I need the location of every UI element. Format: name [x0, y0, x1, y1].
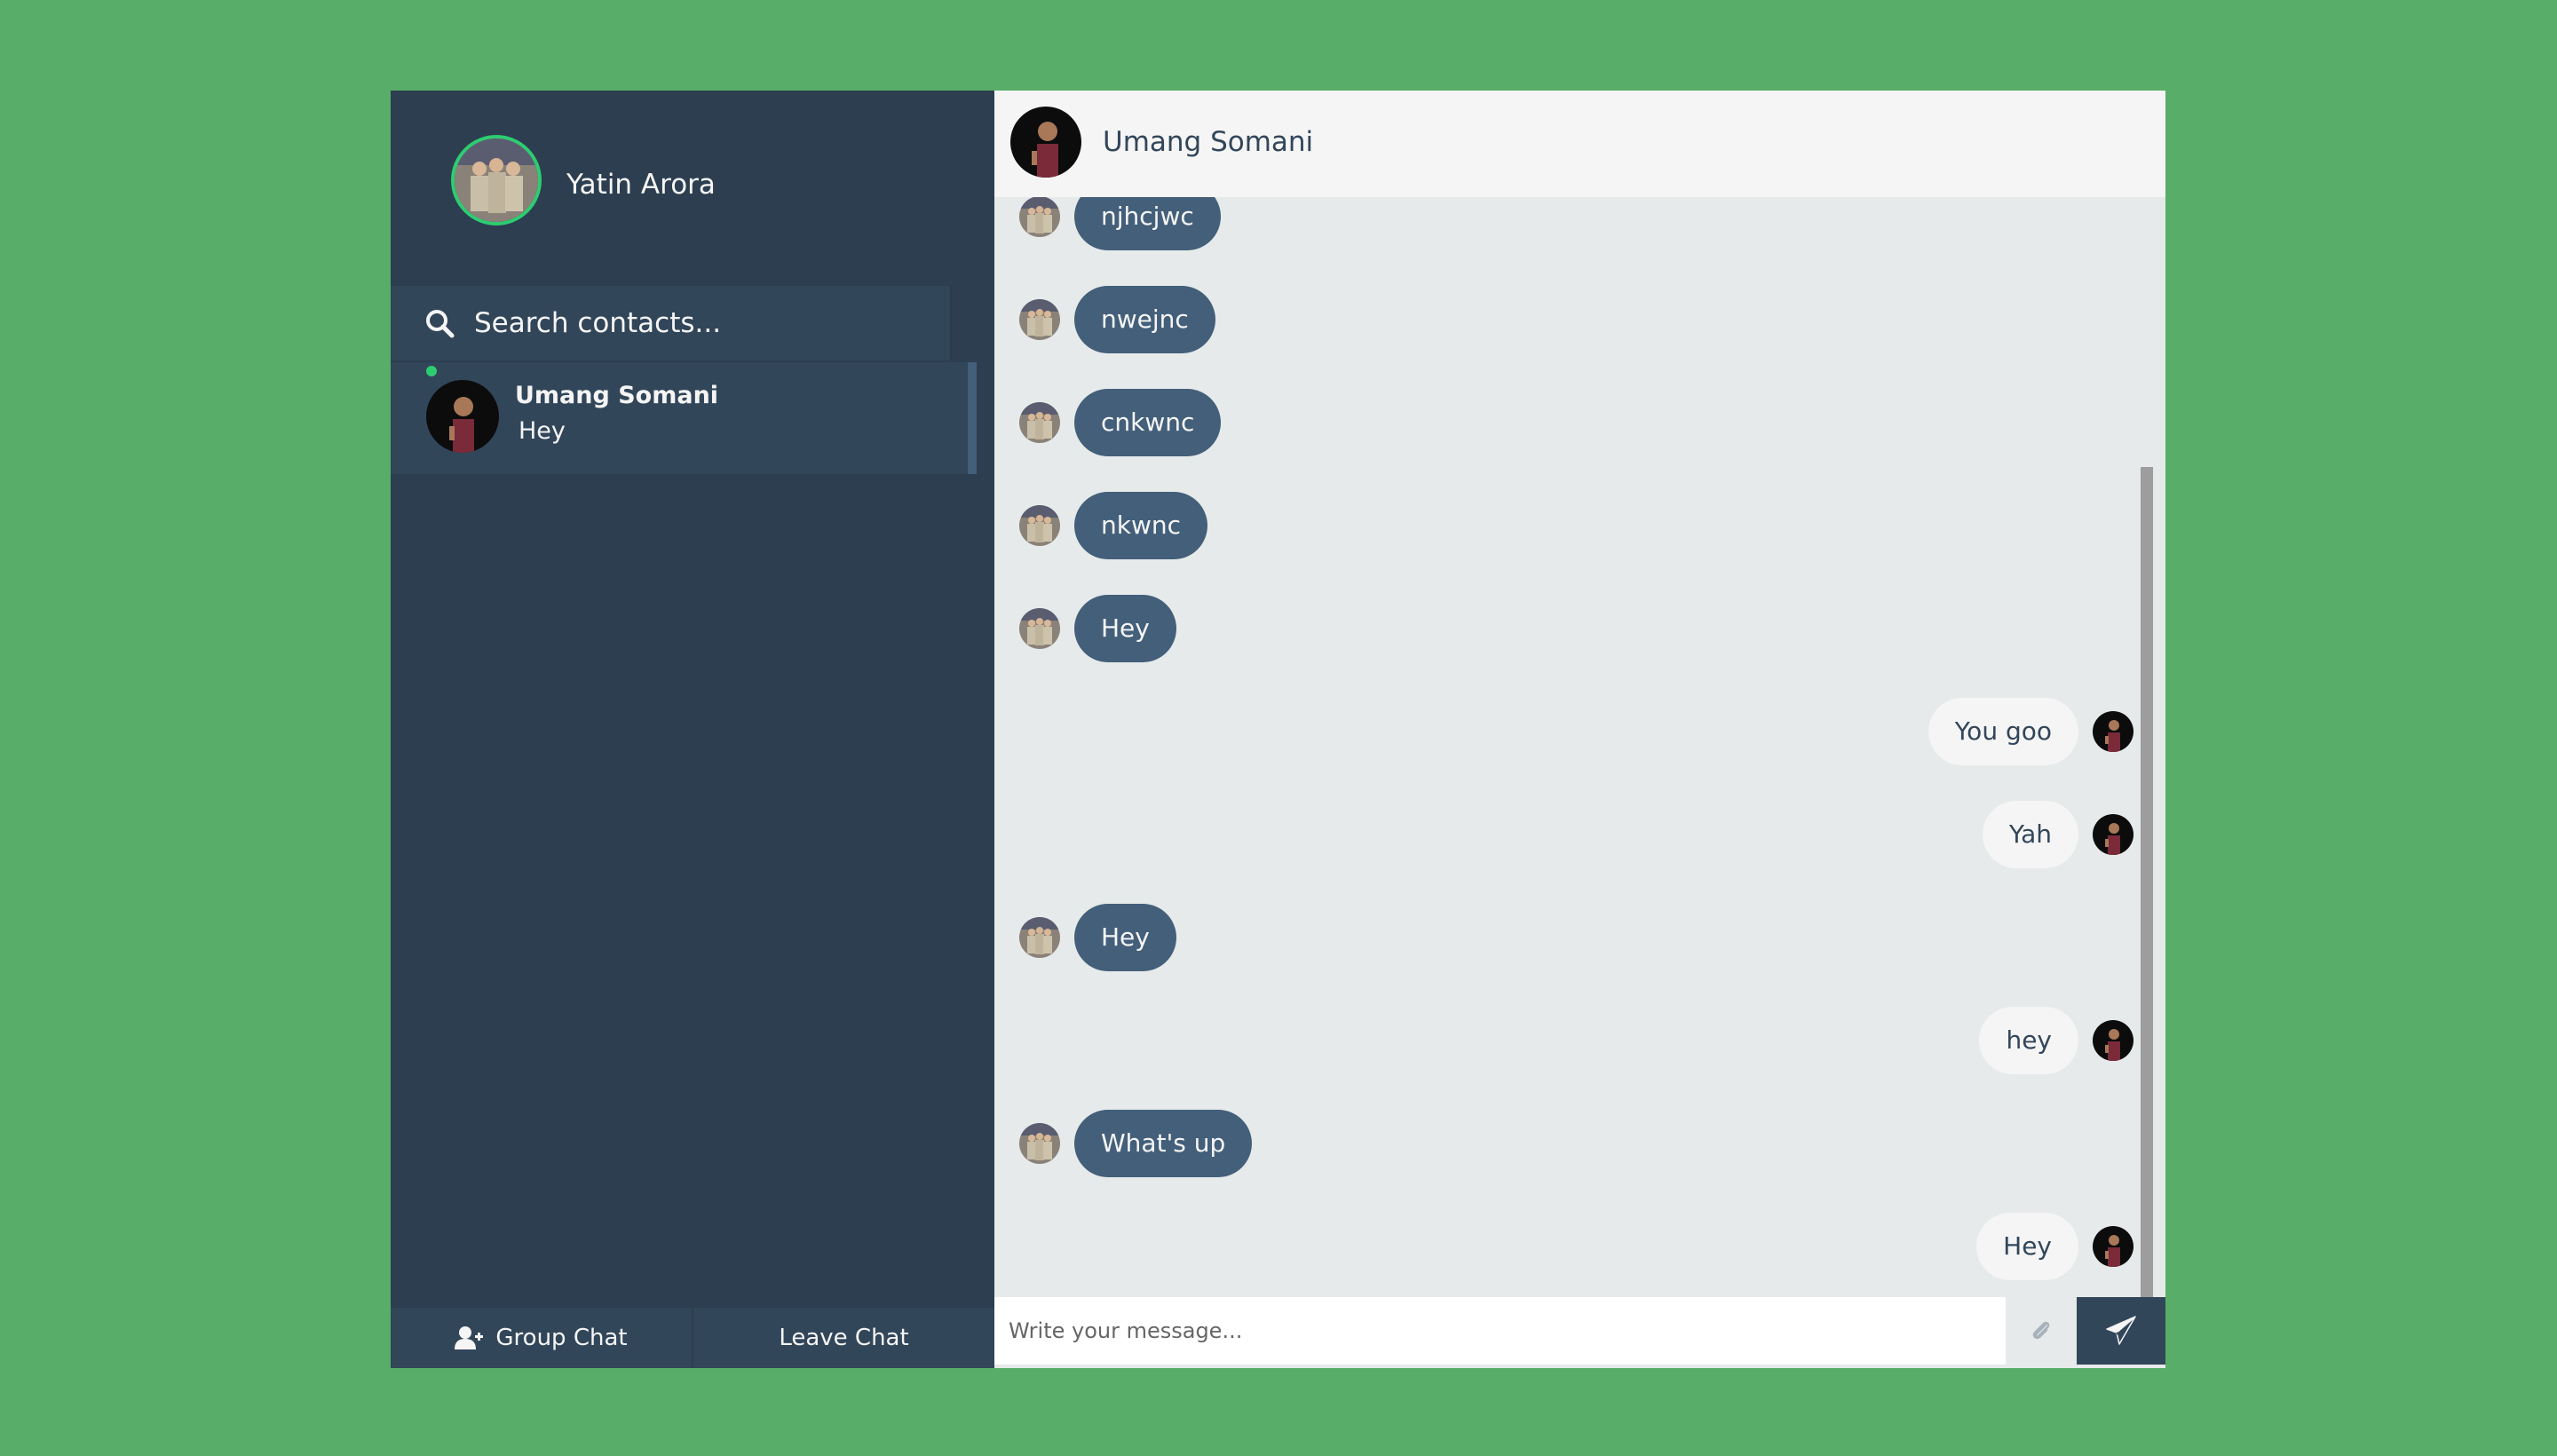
search-icon	[426, 310, 455, 338]
send-button[interactable]	[2077, 1297, 2165, 1365]
contact-name: Umang Somani	[515, 382, 719, 409]
message-sent: nkwnc	[1019, 492, 1208, 559]
message-replies: You goo	[1928, 698, 2133, 765]
message-sent: nwejnc	[1019, 286, 1215, 353]
sidebar: Yatin Arora Umang	[391, 91, 994, 1368]
message-bubble: njhcjwc	[1074, 197, 1221, 250]
message-input-bar	[994, 1297, 2165, 1365]
message-avatar	[1019, 505, 1060, 546]
message-avatar	[1019, 608, 1060, 649]
contacts-scrollbar[interactable]	[968, 362, 977, 474]
message-sent: cnkwnc	[1019, 389, 1222, 456]
message-sent: What's up	[1019, 1110, 1253, 1177]
message-replies: hey	[1979, 1007, 2133, 1074]
contact-preview: Hey	[519, 417, 566, 445]
message-avatar	[1019, 299, 1060, 340]
profile-name: Yatin Arora	[566, 169, 716, 201]
message-bubble: cnkwnc	[1074, 389, 1222, 456]
attach-button[interactable]	[2006, 1297, 2077, 1365]
group-chat-button[interactable]: Group Chat	[391, 1308, 693, 1368]
user-plus-icon	[455, 1326, 484, 1349]
message-avatar	[2093, 814, 2133, 855]
message-sent: Hey	[1019, 904, 1176, 971]
contact-item[interactable]: Umang Somani Hey	[391, 362, 977, 474]
message-avatar	[2093, 1226, 2133, 1267]
message-sent: Hey	[1019, 595, 1176, 662]
message-avatar	[1019, 402, 1060, 443]
online-status-dot	[424, 364, 439, 378]
message-replies: Hey	[1976, 1213, 2133, 1280]
message-bubble: Hey	[1976, 1213, 2078, 1280]
contact-avatar	[426, 380, 499, 453]
input-bottom-strip	[994, 1365, 2165, 1368]
message-bubble: nkwnc	[1074, 492, 1208, 559]
chat-panel: Umang Somani njhcjwc nwejnc cnkwnc nkwnc Hey…	[994, 91, 2165, 1368]
message-bubble: hey	[1979, 1007, 2078, 1074]
messages-scrollbar[interactable]	[2141, 467, 2153, 1315]
search-input[interactable]	[472, 306, 902, 340]
message-avatar	[2093, 1020, 2133, 1061]
message-replies: Yah	[1982, 801, 2133, 868]
chat-app-window: Yatin Arora Umang	[391, 91, 2165, 1368]
message-avatar	[1019, 917, 1060, 958]
message-bubble: nwejnc	[1074, 286, 1215, 353]
leave-chat-button[interactable]: Leave Chat	[693, 1308, 994, 1368]
chat-contact-name: Umang Somani	[1103, 126, 1314, 158]
message-input[interactable]	[994, 1297, 2006, 1365]
message-avatar	[1019, 1123, 1060, 1164]
message-bubble: Hey	[1074, 904, 1176, 971]
contacts-list: Umang Somani Hey	[391, 362, 994, 474]
search-side-block	[950, 286, 994, 360]
message-bubble: What's up	[1074, 1110, 1253, 1177]
user-profile: Yatin Arora	[391, 91, 994, 284]
message-bubble: You goo	[1928, 698, 2078, 765]
search-bar	[391, 286, 950, 360]
chat-contact-avatar[interactable]	[1010, 107, 1081, 178]
message-avatar	[1019, 197, 1060, 237]
messages-area: njhcjwc nwejnc cnkwnc nkwnc Hey You goo Yah Hey…	[994, 197, 2165, 1297]
profile-avatar[interactable]	[451, 135, 542, 226]
sidebar-bottom-bar: Group Chat Leave Chat	[391, 1308, 994, 1368]
leave-chat-label: Leave Chat	[779, 1325, 909, 1351]
paperclip-icon	[2032, 1321, 2050, 1340]
group-chat-label: Group Chat	[495, 1325, 628, 1351]
chat-header: Umang Somani	[994, 91, 2165, 197]
message-avatar	[2093, 711, 2133, 752]
message-bubble: Yah	[1982, 801, 2078, 868]
message-sent: njhcjwc	[1019, 197, 1221, 250]
paper-plane-icon	[2106, 1316, 2136, 1345]
message-bubble: Hey	[1074, 595, 1176, 662]
